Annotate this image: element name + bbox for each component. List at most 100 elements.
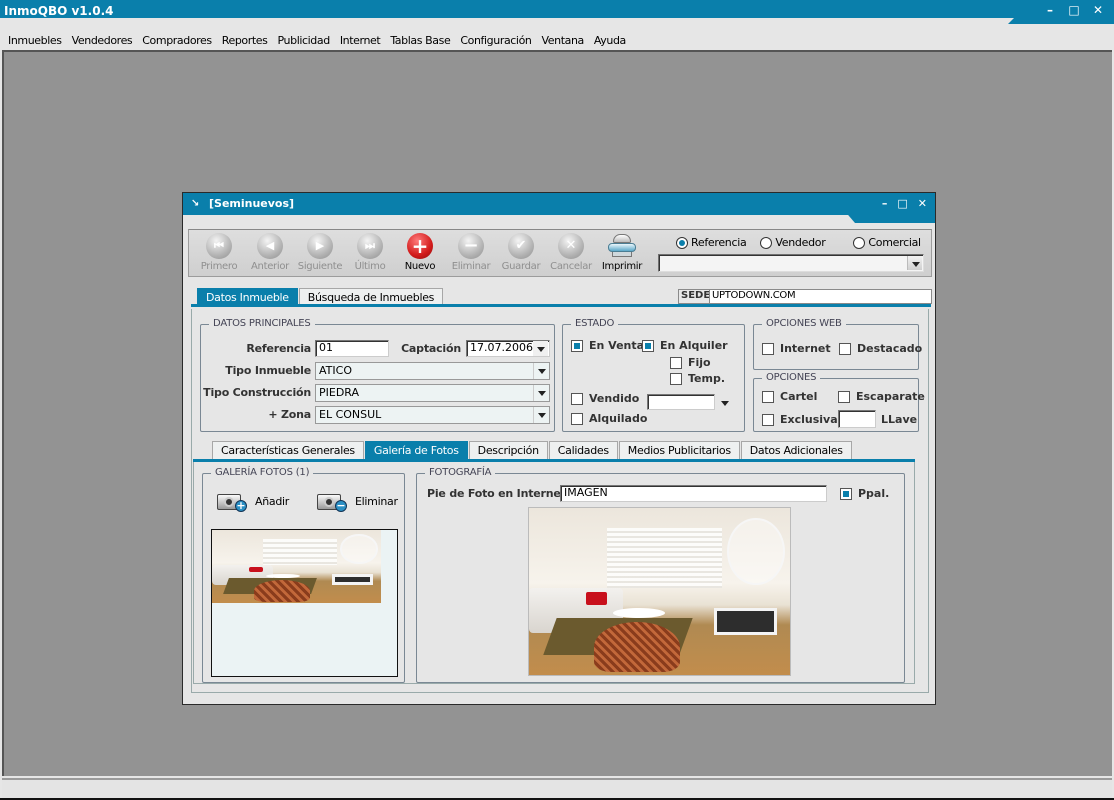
tipo-inmueble-select[interactable]: ATICO (315, 362, 550, 380)
estado-date-input[interactable] (647, 394, 715, 410)
destacado-checkbox[interactable]: Destacado (839, 342, 922, 355)
tab-medios-publicitarios[interactable]: Medios Publicitarios (618, 441, 740, 460)
new-label: Nuevo (404, 261, 436, 272)
exclusiva-checkbox[interactable]: Exclusiva (762, 413, 838, 426)
menu-configuracion[interactable]: Configuración (455, 34, 536, 47)
restore-arrow-icon[interactable]: ↘ (191, 198, 199, 209)
previous-record-icon: ◀ (257, 233, 283, 259)
sede-input[interactable]: UPTODOWN.COM (709, 290, 931, 303)
menu-compradores[interactable]: Compradores (137, 34, 216, 47)
child-window-controls: – □ ✕ (882, 197, 927, 210)
tab-datos-adicionales[interactable]: Datos Adicionales (740, 441, 852, 460)
llave-input[interactable] (838, 410, 876, 428)
cartel-checkbox[interactable]: Cartel (762, 390, 817, 403)
child-window-title: [Seminuevos] (209, 197, 295, 210)
alquilado-checkbox[interactable]: Alquilado (571, 412, 647, 425)
delete-button[interactable]: − Eliminar (446, 233, 496, 272)
chevron-down-icon[interactable] (533, 407, 548, 423)
camera-remove-icon: − (317, 490, 347, 512)
zona-label[interactable]: + Zona (201, 408, 311, 421)
tab-caracteristicas-generales[interactable]: Características Generales (212, 441, 364, 460)
photo-thumbnail[interactable] (212, 530, 381, 603)
fotografia-title: FOTOGRAFÍA (425, 467, 496, 478)
en-alquiler-label: En Alquiler (660, 339, 728, 352)
menu-reportes[interactable]: Reportes (217, 34, 273, 47)
maximize-icon[interactable]: □ (1068, 4, 1080, 16)
cancel-button[interactable]: ✕ Cancelar (546, 233, 596, 272)
close-icon[interactable]: ✕ (918, 197, 927, 210)
menu-internet[interactable]: Internet (335, 34, 385, 47)
tipo-construccion-label: Tipo Construcción (203, 386, 311, 399)
menu-publicidad[interactable]: Publicidad (273, 34, 335, 47)
maximize-icon[interactable]: □ (897, 197, 907, 210)
check-icon: ✔ (508, 233, 534, 259)
chevron-down-icon[interactable] (533, 363, 548, 379)
tab-calidades[interactable]: Calidades (548, 441, 618, 460)
first-button[interactable]: ⏮ Primero (194, 233, 244, 272)
minimize-icon[interactable]: – (882, 197, 888, 210)
remove-photo-button[interactable]: − Eliminar (317, 490, 398, 512)
tab-descripcion[interactable]: Descripción (468, 441, 548, 460)
cartel-label: Cartel (780, 390, 818, 403)
estado-group: ESTADO En Venta En Alquiler Fijo Temp. V… (562, 318, 745, 432)
next-button[interactable]: ▶ Siguiente (295, 233, 345, 272)
previous-button[interactable]: ◀ Anterior (245, 233, 295, 272)
internet-checkbox[interactable]: Internet (762, 342, 831, 355)
radio-referencia[interactable]: Referencia (676, 236, 747, 249)
referencia-input[interactable]: 01 (315, 340, 389, 357)
print-label: Imprimir (601, 261, 643, 272)
fijo-checkbox[interactable]: Fijo (670, 356, 711, 369)
en-alquiler-checkbox[interactable]: En Alquiler (642, 339, 728, 352)
captacion-date-input[interactable]: 17.07.2006 (466, 340, 550, 357)
en-venta-checkbox[interactable]: En Venta (571, 339, 644, 352)
thumbnail-image (212, 530, 381, 603)
sede-field: SEDE UPTODOWN.COM (678, 289, 932, 304)
main-photo-image (529, 508, 790, 675)
new-button[interactable]: + Nuevo (395, 233, 445, 272)
minimize-icon[interactable]: – (1044, 4, 1056, 16)
checkbox-icon (571, 392, 583, 405)
tipo-construccion-select[interactable]: PIEDRA (315, 384, 550, 402)
chevron-down-icon[interactable] (907, 256, 922, 270)
child-titlebar[interactable]: ↘ [Seminuevos] – □ ✕ (183, 193, 935, 215)
checkbox-checked-icon (840, 487, 852, 500)
chevron-down-icon[interactable] (533, 385, 548, 401)
radio-comercial[interactable]: Comercial (853, 236, 921, 249)
chevron-down-icon[interactable] (717, 395, 731, 409)
radio-vendedor[interactable]: Vendedor (760, 236, 826, 249)
chevron-down-icon[interactable] (533, 341, 548, 356)
zona-select[interactable]: EL CONSUL (315, 406, 550, 424)
menu-tablas-base[interactable]: Tablas Base (385, 34, 455, 47)
radio-vendedor-label: Vendedor (775, 236, 826, 249)
checkbox-icon (762, 390, 774, 403)
ppal-label: Ppal. (858, 487, 890, 500)
printer-icon (607, 233, 637, 259)
search-combo[interactable] (658, 254, 924, 272)
menu-ayuda[interactable]: Ayuda (589, 34, 631, 47)
menu-bar: Inmuebles Vendedores Compradores Reporte… (0, 30, 1114, 50)
caption-input[interactable]: IMAGEN (560, 485, 827, 502)
status-bar (2, 778, 1112, 798)
opciones-group: OPCIONES Cartel Escaparate Exclusiva LLa… (753, 372, 925, 432)
photo-thumbnail-list[interactable] (211, 529, 398, 677)
opciones-web-title: OPCIONES WEB (762, 318, 846, 329)
ppal-checkbox[interactable]: Ppal. (840, 487, 889, 500)
escaparate-checkbox[interactable]: Escaparate (838, 390, 925, 403)
temp-checkbox[interactable]: Temp. (670, 372, 725, 385)
next-label: Siguiente (297, 261, 343, 272)
caption-label: Pie de Foto en Internet (427, 487, 566, 500)
save-button[interactable]: ✔ Guardar (496, 233, 546, 272)
close-icon[interactable]: ✕ (1092, 4, 1104, 16)
add-photo-button[interactable]: + Añadir (217, 490, 289, 512)
vendido-checkbox[interactable]: Vendido (571, 392, 639, 405)
tab-galeria-fotos[interactable]: Galería de Fotos (364, 441, 468, 460)
last-label: Último (354, 261, 386, 272)
menu-inmuebles[interactable]: Inmuebles (3, 34, 67, 47)
menu-ventana[interactable]: Ventana (537, 34, 589, 47)
opciones-title: OPCIONES (762, 372, 821, 383)
menu-vendedores[interactable]: Vendedores (67, 34, 138, 47)
print-button[interactable]: Imprimir (597, 233, 647, 272)
galeria-title: GALERÍA FOTOS (1) (211, 467, 314, 478)
radio-unselected-icon (853, 236, 866, 249)
last-button[interactable]: ⏭ Último (345, 233, 395, 272)
